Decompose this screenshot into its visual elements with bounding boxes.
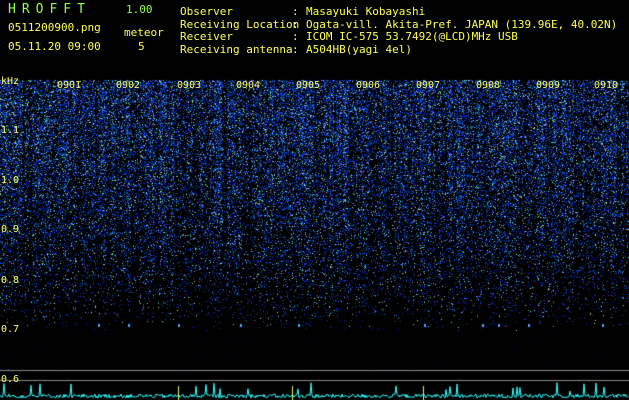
y-tick-label: 0.7	[1, 324, 20, 335]
station-info: Observer: Masayuki Kobayashi Receiving L…	[180, 5, 618, 56]
time-tick-label: 0905	[296, 80, 321, 91]
y-tick-label: 0.8	[1, 275, 20, 286]
info-antenna: Receiving antenna: A504HB(yagi 4el)	[180, 42, 412, 56]
y-tick-label: 1.0	[1, 175, 20, 186]
file-datetime: 05.11.20 09:00	[8, 40, 101, 53]
time-tick-label: 0908	[476, 80, 501, 91]
y-tick-label: 1.1	[1, 125, 20, 136]
time-tick-label: 0904	[236, 80, 261, 91]
app-version: 1.00	[126, 3, 153, 16]
y-tick-label: 0.6	[1, 374, 20, 385]
time-tick-label: 0902	[116, 80, 141, 91]
y-tick-label: 0.9	[1, 224, 20, 235]
spectrogram-canvas	[0, 76, 629, 400]
header-panel: HROFFT 1.00 0511200900.png meteor 5 05.1…	[0, 0, 629, 76]
time-tick-label: 0907	[416, 80, 441, 91]
meteor-label: meteor	[124, 26, 164, 39]
file-name: 0511200900.png	[8, 21, 101, 34]
time-tick-label: 0909	[536, 80, 561, 91]
time-tick-label: 0901	[57, 80, 82, 91]
info-location: Receiving Location: Ogata-vill. Akita-Pr…	[180, 17, 618, 31]
info-receiver: Receiver: ICOM IC-575 53.7492(@LCD)MHz U…	[180, 30, 518, 43]
time-tick-label: 0903	[177, 80, 202, 91]
meteor-count: 5	[138, 40, 145, 53]
time-tick-label: 0906	[356, 80, 381, 91]
info-observer: Observer: Masayuki Kobayashi	[180, 5, 426, 18]
y-unit-label: kHz	[1, 76, 20, 87]
app-title: HROFFT	[8, 2, 91, 17]
time-tick-label: 0910	[594, 80, 619, 91]
